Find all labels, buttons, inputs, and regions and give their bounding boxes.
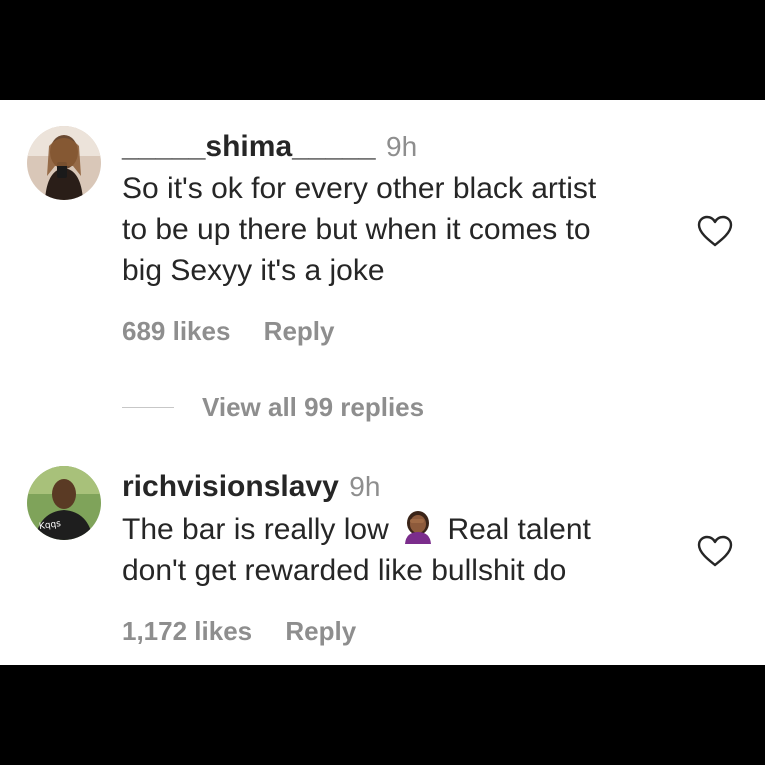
woman-facepalming-emoji: [405, 511, 432, 544]
likes-count[interactable]: 689 likes: [122, 316, 230, 346]
comment-header: _____shima_____ 9h: [122, 130, 417, 164]
comment-fragment: The bar is really low: [122, 513, 389, 546]
heart-outline-icon[interactable]: [696, 214, 734, 248]
avatar[interactable]: Kqqs: [27, 466, 101, 540]
comment-meta: 689 likes Reply: [122, 316, 334, 347]
likes-count[interactable]: 1,172 likes: [122, 616, 252, 646]
comment-line: big Sexyy it's a joke: [122, 254, 385, 287]
comment-line: to be up there but when it comes to: [122, 213, 591, 246]
comment-meta: 1,172 likes Reply: [122, 616, 356, 647]
heart-outline-icon[interactable]: [696, 534, 734, 568]
comment-text: The bar is really low Real talent don't …: [122, 509, 591, 591]
comment-header: richvisionslavy 9h: [122, 470, 380, 504]
reply-button[interactable]: Reply: [285, 616, 356, 646]
username[interactable]: richvisionslavy: [122, 470, 339, 503]
comment-fragment: Real talent: [447, 513, 591, 546]
comment-line: The bar is really low Real talent: [122, 509, 591, 550]
reply-button[interactable]: Reply: [264, 316, 335, 346]
timestamp: 9h: [386, 131, 418, 162]
timestamp: 9h: [349, 471, 381, 502]
profile-photo: Kqqs: [27, 466, 101, 540]
avatar[interactable]: [27, 126, 101, 200]
comment-line: So it's ok for every other black artist: [122, 172, 597, 205]
view-replies-button[interactable]: View all 99 replies: [122, 392, 424, 423]
view-replies-label: View all 99 replies: [202, 392, 425, 422]
comments-panel: _____shima_____ 9h So it's ok for every …: [0, 100, 765, 665]
comment-line: don't get rewarded like bullshit do: [122, 554, 567, 587]
profile-photo: [27, 126, 101, 200]
divider: [122, 407, 174, 408]
username[interactable]: _____shima_____: [122, 130, 376, 163]
comment-text: So it's ok for every other black artist …: [122, 168, 596, 291]
